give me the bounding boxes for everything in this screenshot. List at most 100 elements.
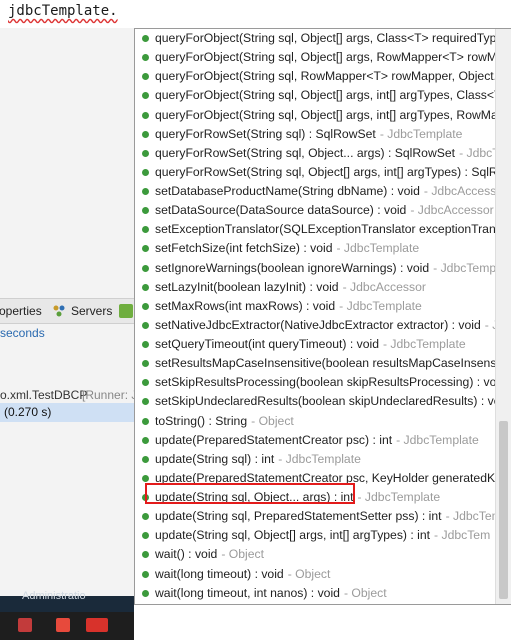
public-method-icon [142,513,149,521]
completion-item[interactable]: setExceptionTranslator(SQLExceptionTrans… [135,220,495,239]
taskbar-app-icon[interactable] [56,618,70,632]
public-method-icon [142,589,149,597]
completion-item[interactable]: wait() : void - Object [135,545,495,564]
completion-item[interactable]: update(String sql, Object[] args, int[] … [135,526,495,545]
method-signature: update(String sql) : int [155,451,275,466]
completion-item[interactable]: queryForRowSet(String sql) : SqlRowSet - … [135,125,495,144]
completion-item[interactable]: setResultsMapCaseInsensitive(boolean res… [135,354,495,373]
public-method-icon [142,302,149,310]
completion-item[interactable]: setSkipResultsProcessing(boolean skipRes… [135,373,495,392]
declaring-type: - JdbcTemplate [396,432,479,447]
method-signature: setIgnoreWarnings(boolean ignoreWarnings… [155,260,430,275]
popup-scrollbar[interactable] [495,29,511,604]
completion-item[interactable]: queryForRowSet(String sql, Object... arg… [135,144,495,163]
method-signature: setResultsMapCaseInsensitive(boolean res… [155,356,495,371]
view-menu-icon[interactable] [119,304,133,318]
completion-item[interactable]: wait(long timeout, int nanos) : void - Ob… [135,584,495,603]
declaring-type: - JdbcAccessor [423,184,495,198]
method-signature: setSkipUndeclaredResults(boolean skipUnd… [155,394,495,409]
completion-item[interactable]: update(String sql) : int - JdbcTemplate [135,450,495,469]
public-method-icon [142,188,149,195]
test-duration: (0.270 s) [4,405,52,419]
public-method-icon [142,455,149,463]
taskbar-app-icon[interactable] [86,618,108,632]
completion-text: setLazyInit(boolean lazyInit) : void - Jd… [155,278,426,297]
completion-item[interactable]: queryForObject(String sql, Object[] args… [135,106,495,125]
method-signature: update(String sql, Object[] args, int[] … [155,528,431,543]
public-method-icon [142,474,149,482]
completion-item[interactable]: setLazyInit(boolean lazyInit) : void - Jd… [135,278,495,297]
completion-text: queryForObject(String sql, Object[] args… [155,106,495,125]
public-method-icon [142,551,149,559]
method-signature: queryForObject(String sql, RowMapper<T> … [155,69,495,84]
completion-item[interactable]: setDatabaseProductName(String dbName) : … [135,182,495,201]
scroll-thumb[interactable] [499,421,508,599]
completion-list[interactable]: queryForObject(String sql, Object[] args… [135,29,495,603]
declaring-type: - JdbcTemp [459,145,495,160]
public-method-icon [142,245,149,253]
method-signature: queryForObject(String sql, Object[] args… [155,31,495,45]
method-signature: setDataSource(DataSource dataSource) : v… [155,203,407,218]
completion-item[interactable]: setDataSource(DataSource dataSource) : v… [135,201,495,220]
completion-text: update(PreparedStatementCreator psc) : i… [155,431,479,450]
completion-text: update(String sql, Object[] args, int[] … [155,526,490,545]
method-signature: setFetchSize(int fetchSize) : void [155,241,333,256]
code-line[interactable]: jdbcTemplate. [8,3,118,19]
completion-text: update(String sql) : int - JdbcTemplate [155,450,361,469]
completion-item[interactable]: setFetchSize(int fetchSize) : void - Jdbc… [135,239,495,258]
completion-text: queryForObject(String sql, Object[] args… [155,29,495,48]
completion-item[interactable]: setNativeJdbcExtractor(NativeJdbcExtract… [135,316,495,335]
method-signature: queryForRowSet(String sql, Object[] args… [155,164,495,179]
completion-item[interactable]: wait(long timeout) : void - Object [135,565,495,584]
declaring-type: - JdbcTempla [445,509,495,524]
completion-item[interactable]: setIgnoreWarnings(boolean ignoreWarnings… [135,259,495,278]
method-signature: wait(long timeout, int nanos) : void [155,585,340,600]
completion-text: queryForRowSet(String sql) : SqlRowSet - … [155,125,462,144]
completion-text: setFetchSize(int fetchSize) : void - Jdbc… [155,239,419,258]
highlight-box [145,483,355,504]
taskbar-strip [0,612,134,640]
completion-item[interactable]: queryForRowSet(String sql, Object[] args… [135,163,495,182]
completion-text: setSkipResultsProcessing(boolean skipRes… [155,373,495,392]
method-signature: toString() : String [155,413,248,428]
declaring-type: - JdbcTemplate [379,126,463,141]
completion-text: setSkipUndeclaredResults(boolean skipUnd… [155,392,495,411]
public-method-icon [142,130,149,138]
method-signature: wait() : void [155,547,218,562]
declaring-type: - JdbcTemplate [339,298,422,313]
content-assist-popup[interactable]: queryForObject(String sql, Object[] args… [134,28,511,605]
completion-item[interactable]: setMaxRows(int maxRows) : void - JdbcTemp… [135,297,495,316]
code-text: jdbcTemplate. [8,3,118,19]
taskbar: Administratio [0,590,134,612]
tab-properties[interactable]: operties [0,304,42,318]
public-method-icon [142,168,149,176]
completion-text: setExceptionTranslator(SQLExceptionTrans… [155,220,495,239]
completion-item[interactable]: update(String sql, PreparedStatementSett… [135,507,495,526]
completion-item[interactable]: setSkipUndeclaredResults(boolean skipUnd… [135,392,495,411]
editor-area[interactable]: jdbcTemplate. [0,0,511,28]
seconds-text: seconds [0,326,45,340]
method-signature: setLazyInit(boolean lazyInit) : void [155,279,339,294]
declaring-type: - JdbcTemplate [382,337,466,351]
public-method-icon [142,54,149,62]
public-method-icon [142,226,149,234]
status-row: seconds [0,324,134,342]
completion-item[interactable]: queryForObject(String sql, Object[] args… [135,86,495,105]
completion-item[interactable]: toString() : String - Object [135,412,495,431]
completion-item[interactable]: queryForObject(String sql, Object[] args… [135,29,495,48]
completion-item[interactable]: queryForObject(String sql, Object[] args… [135,48,495,67]
completion-text: wait() : void - Object [155,545,264,564]
completion-item[interactable]: setQueryTimeout(int queryTimeout) : void… [135,335,495,354]
completion-item[interactable]: update(PreparedStatementCreator psc) : i… [135,431,495,450]
taskbar-app-icon[interactable] [18,618,32,632]
completion-text: queryForRowSet(String sql, Object... arg… [155,144,495,163]
public-method-icon [142,341,149,348]
declaring-type: - JdbcTemplat [433,260,495,275]
tab-servers[interactable]: Servers [71,304,112,318]
completion-text: setDatabaseProductName(String dbName) : … [155,182,495,201]
junit-run-header: o.xml.TestDBCP [Runner: J [0,386,137,404]
completion-item[interactable]: queryForObject(String sql, RowMapper<T> … [135,67,495,86]
public-method-icon [142,73,149,81]
run-name: o.xml.TestDBCP [0,388,88,402]
test-result-row[interactable]: (0.270 s) [0,403,134,422]
